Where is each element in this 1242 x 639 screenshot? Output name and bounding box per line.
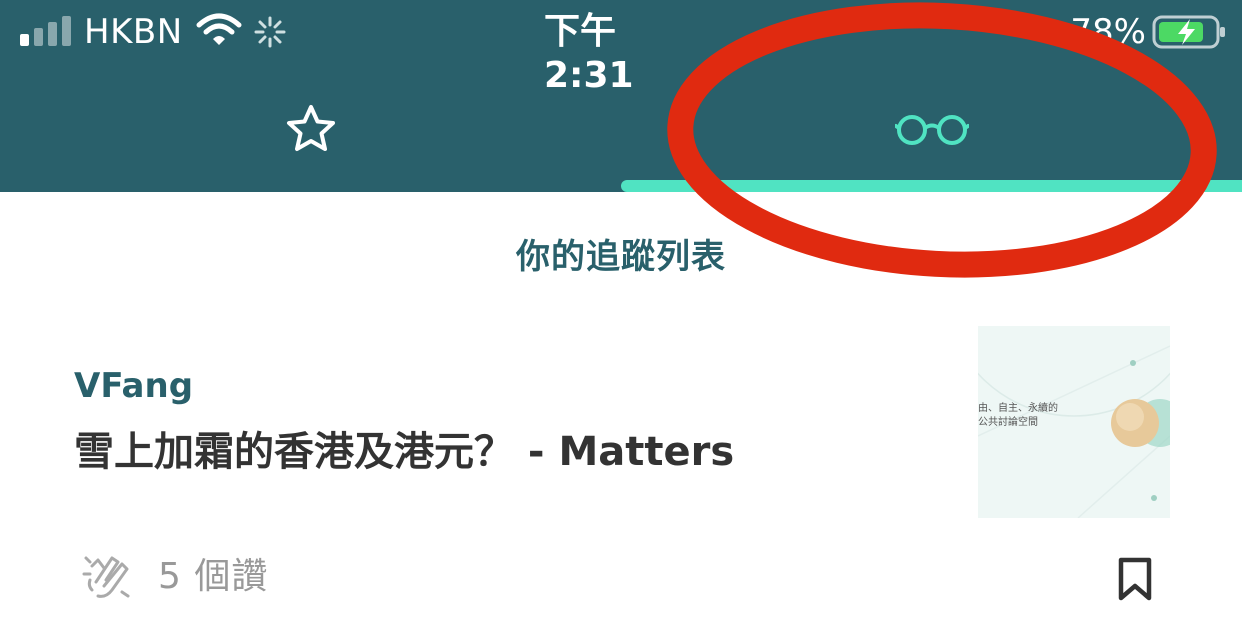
glasses-icon xyxy=(894,115,969,145)
status-bar: HKBN 下午 2:31 78% xyxy=(0,0,1242,96)
wifi-icon xyxy=(196,13,242,45)
active-tab-indicator xyxy=(621,180,1242,192)
battery-percent: 78% xyxy=(1070,12,1146,52)
star-icon xyxy=(286,105,335,151)
clap-icon[interactable] xyxy=(82,552,134,602)
activity-spinner-icon xyxy=(254,16,286,48)
bookmark-icon[interactable] xyxy=(1116,556,1154,602)
article-author[interactable]: VFang xyxy=(74,364,193,408)
carrier-name: HKBN xyxy=(84,12,183,52)
clap-count: 5 個讚 xyxy=(158,556,269,597)
tab-favorites[interactable] xyxy=(0,66,621,192)
article-title[interactable]: 雪上加霜的香港及港元？ - Matters xyxy=(74,424,934,480)
battery-charging-icon xyxy=(1152,15,1225,49)
cellular-signal-icon xyxy=(20,16,71,46)
app-screen: HKBN 下午 2:31 78% 你的追蹤列表 VFang 雪上加霜的香港及港元… xyxy=(0,0,1242,639)
article-thumbnail[interactable]: 由、自主、永續的 公共討論空間 xyxy=(978,326,1170,518)
tab-following[interactable] xyxy=(621,66,1242,192)
thumbnail-text: 由、自主、永續的 公共討論空間 xyxy=(978,403,1058,428)
section-title: 你的追蹤列表 xyxy=(516,237,726,277)
